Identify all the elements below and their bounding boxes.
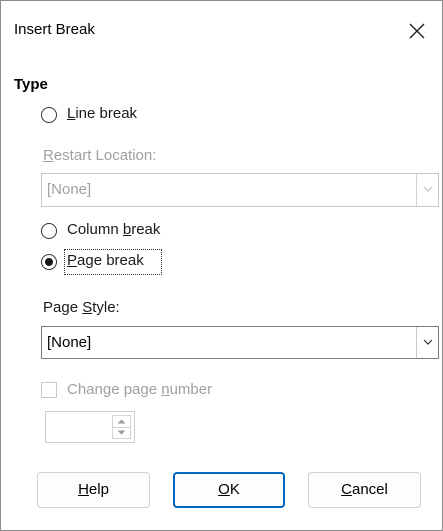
page-style-value: [None] <box>47 334 92 351</box>
dialog-title: Insert Break <box>14 21 95 38</box>
page-break-label[interactable]: Page break <box>67 252 144 269</box>
change-page-number-label[interactable]: Change page number <box>67 381 212 398</box>
cancel-button[interactable]: Cancel <box>308 472 421 508</box>
page-break-radio[interactable] <box>41 254 57 270</box>
chevron-down-icon <box>423 339 433 345</box>
ok-button[interactable]: OK <box>173 472 285 508</box>
restart-location-dropdown-button[interactable] <box>416 174 438 206</box>
line-break-radio[interactable] <box>41 107 57 123</box>
page-number-spinbox[interactable] <box>45 411 135 443</box>
page-style-dropdown-button[interactable] <box>416 327 438 358</box>
restart-location-select[interactable]: [None] <box>41 173 439 207</box>
close-button[interactable] <box>397 11 437 51</box>
chevron-down-icon <box>423 186 433 192</box>
line-break-label[interactable]: Line break <box>67 105 137 122</box>
spin-up-arrow-icon <box>117 419 126 424</box>
page-style-select[interactable]: [None] <box>41 326 439 359</box>
column-break-label[interactable]: Column break <box>67 221 160 238</box>
help-button[interactable]: Help <box>37 472 150 508</box>
type-section-label: Type <box>14 76 48 93</box>
radio-selected-dot <box>45 258 53 266</box>
spin-down-arrow-icon <box>117 430 126 435</box>
restart-location-label: Restart Location: <box>43 147 157 164</box>
restart-location-value: [None] <box>47 181 92 198</box>
insert-break-dialog: Insert Break Type Line break Restart Loc… <box>0 0 443 531</box>
spin-down-button[interactable] <box>113 427 130 438</box>
spin-buttons <box>112 415 131 439</box>
title-bar: Insert Break <box>1 1 442 63</box>
change-page-number-checkbox[interactable] <box>41 382 57 398</box>
close-icon <box>409 23 425 39</box>
column-break-radio[interactable] <box>41 223 57 239</box>
page-style-label: Page Style: <box>43 299 120 316</box>
